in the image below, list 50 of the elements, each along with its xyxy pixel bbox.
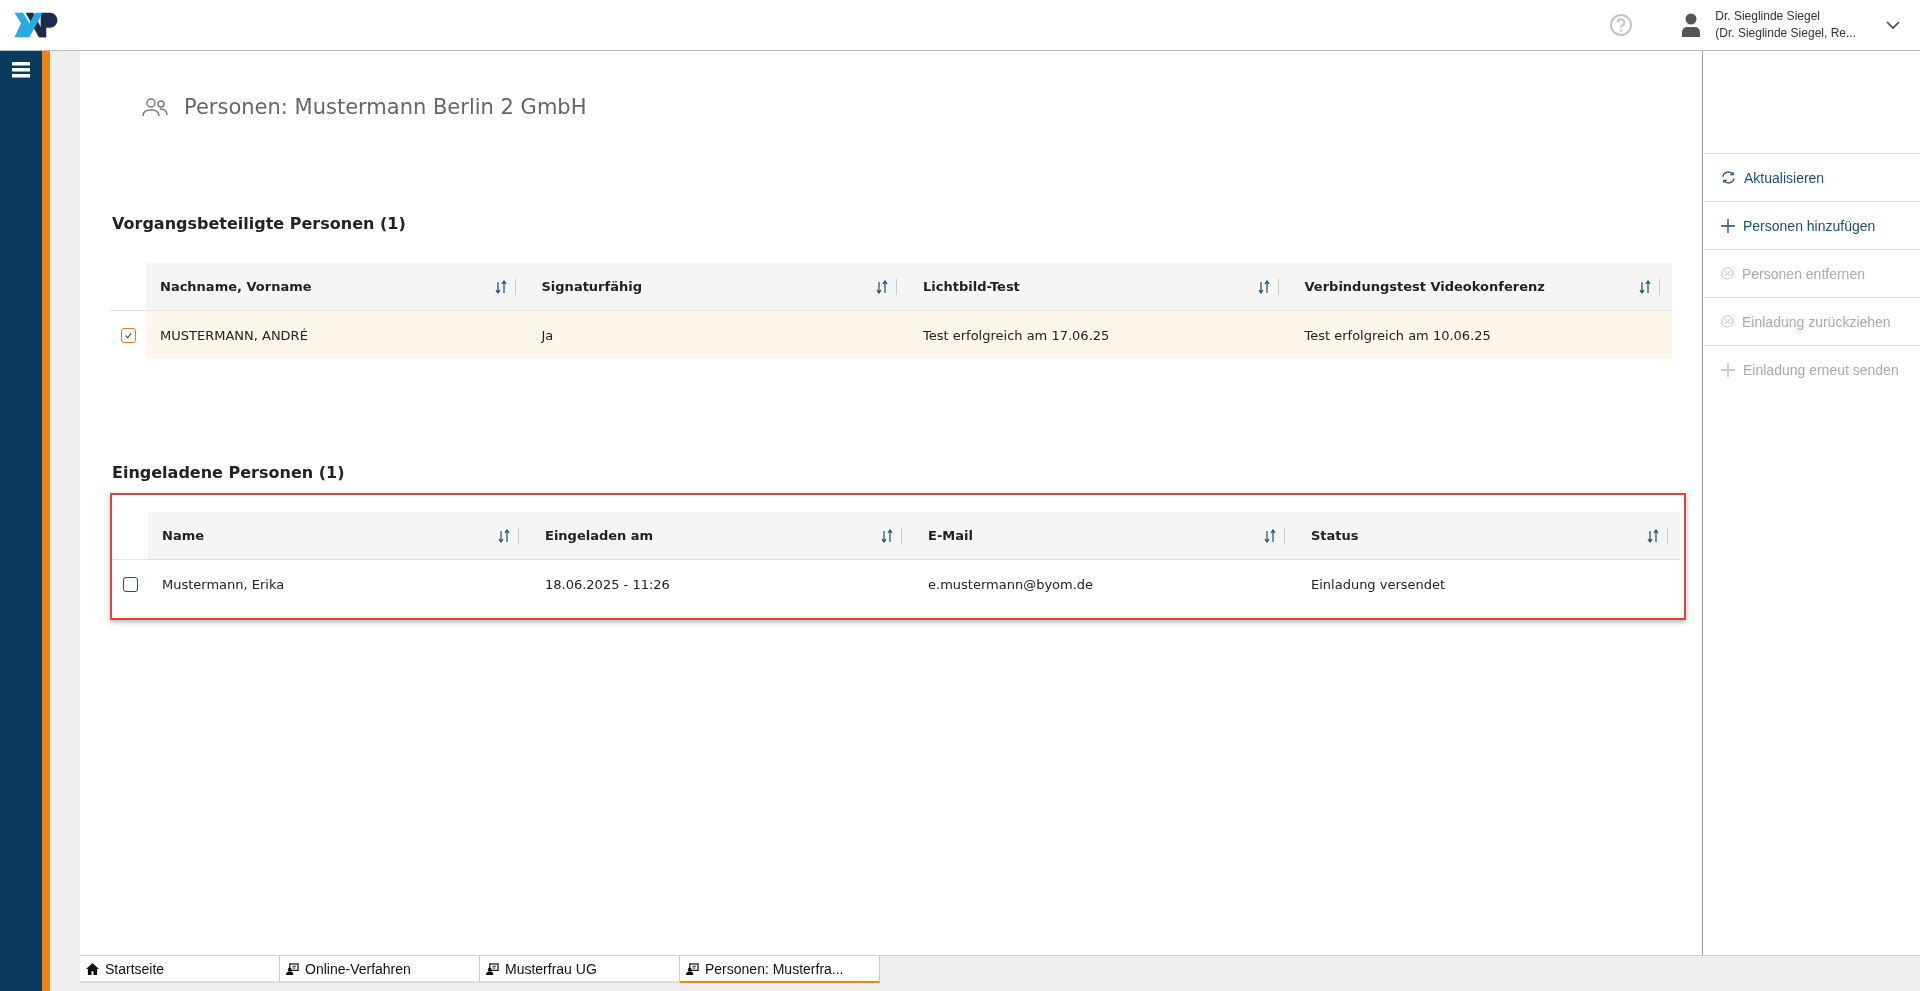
column-header: Eingeladen am — [545, 528, 655, 543]
column-header: Name — [162, 528, 205, 543]
table-cell: MUSTERMANN, ANDRÉ — [160, 327, 308, 343]
column-header: Lichtbild-Test — [923, 279, 1021, 294]
circle-x-icon — [1721, 315, 1734, 328]
user-role: (Dr. Sieglinde Siegel, Re... — [1715, 25, 1856, 42]
menu-icon[interactable] — [12, 62, 30, 78]
table-cell: Ja — [541, 327, 554, 343]
column-header: Signaturfähig — [541, 279, 643, 294]
sort-icon[interactable] — [1647, 528, 1659, 543]
sort-icon[interactable] — [876, 279, 888, 294]
person-board-icon — [686, 962, 699, 975]
circle-x-icon — [1721, 267, 1734, 280]
tab[interactable]: Online-Verfahren — [280, 956, 480, 983]
sort-icon[interactable] — [1257, 279, 1270, 294]
section-heading: Vorgangsbeteiligte Personen (1) — [112, 214, 407, 233]
check-icon — [123, 330, 133, 340]
chevron-down-icon[interactable] — [1886, 21, 1900, 29]
logo-icon — [12, 11, 60, 39]
checkbox[interactable] — [120, 327, 136, 343]
table-cell: Test erfolgreich am 10.06.25 — [1304, 327, 1491, 343]
table-cell: Einladung versendet — [1311, 576, 1446, 592]
user-name: Dr. Sieglinde Siegel — [1715, 8, 1821, 25]
table-cell: Mustermann, Erika — [162, 576, 285, 592]
section-heading: Eingeladene Personen (1) — [112, 463, 346, 482]
home-icon — [86, 962, 99, 975]
table-cell: e.mustermann@byom.de — [928, 576, 1094, 592]
tab[interactable]: Startseite — [80, 956, 280, 983]
page-title: Personen: Mustermann Berlin 2 GmbH — [184, 95, 587, 119]
column-header: Nachname, Vorname — [160, 279, 313, 294]
sort-icon[interactable] — [881, 528, 893, 543]
sort-icon[interactable] — [1639, 279, 1651, 294]
sort-icon[interactable] — [498, 528, 510, 543]
sort-icon[interactable] — [1264, 528, 1276, 543]
person-board-icon — [486, 962, 499, 975]
user-icon — [1681, 13, 1702, 37]
plus-icon — [1721, 363, 1735, 377]
column-header: E-Mail — [928, 528, 974, 543]
sort-icon[interactable] — [494, 279, 507, 294]
table-cell: Test erfolgreich am 17.06.25 — [923, 327, 1110, 343]
checkbox[interactable] — [122, 576, 138, 592]
person-board-icon — [286, 962, 299, 975]
tab[interactable]: Personen: Musterfra... — [680, 956, 880, 983]
column-header: Verbindungstest Videokonferenz — [1304, 279, 1546, 294]
tab[interactable]: Musterfrau UG — [480, 956, 680, 983]
people-icon — [142, 97, 168, 117]
refresh-icon — [1721, 171, 1736, 184]
plus-icon — [1721, 218, 1735, 233]
table-cell: 18.06.2025 - 11:26 — [545, 576, 670, 592]
column-header: Status — [1311, 528, 1360, 543]
